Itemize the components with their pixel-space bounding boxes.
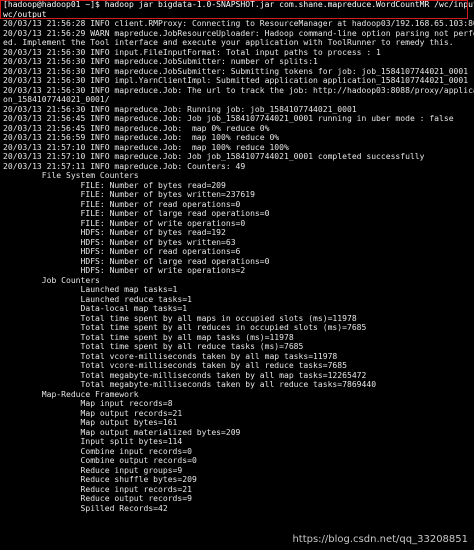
terminal-line: Launched reduce tasks=1 (3, 294, 192, 304)
command-line: wc/output (3, 9, 47, 19)
terminal-line: Reduce shuffle bytes=209 (3, 475, 197, 484)
terminal-line: HDFS: Number of bytes read=192 (3, 228, 226, 237)
terminal-line: Map-Reduce Framework (3, 389, 139, 399)
watermark: https://blog.csdn.net/qq_33208851 (292, 534, 468, 545)
terminal-line: 20/03/13 21:56:45 INFO mapreduce.Job: Jo… (3, 114, 454, 123)
terminal-window[interactable]: [hadoop@hadoop01 ~]$ hadoop jar bigdata-… (0, 0, 474, 550)
terminal-line: Combine output records=0 (3, 456, 197, 465)
terminal-line: ed. Implement the Tool interface and exe… (3, 38, 454, 47)
terminal-line: 20/03/13 21:56:59 INFO mapreduce.Job: ma… (3, 133, 280, 142)
terminal-line: HDFS: Number of write operations=2 (3, 266, 246, 275)
terminal-line: Total time spent by all reduce tasks (ms… (3, 342, 304, 351)
terminal-line: Total time spent by all reduces in occup… (3, 323, 367, 332)
terminal-line: FILE: Number of read operations=0 (3, 199, 241, 209)
terminal-line: 20/03/13 21:56:28 INFO client.RMProxy: C… (3, 19, 474, 28)
terminal-line: Combine input records=0 (3, 446, 192, 456)
terminal-line: Reduce output records=9 (3, 494, 192, 503)
terminal-line: File System Counters (3, 171, 139, 180)
terminal-line: Total time spent by all map tasks (ms)=1… (3, 332, 294, 342)
terminal-line: FILE: Number of bytes written=237619 (3, 190, 255, 199)
terminal-line: Map output materialized bytes=209 (3, 427, 241, 437)
terminal-line: 20/03/13 21:57:10 INFO mapreduce.Job: ma… (3, 142, 289, 152)
terminal-line: HDFS: Number of read operations=6 (3, 247, 241, 256)
terminal-line: Total vcore-milliseconds taken by all ma… (3, 351, 338, 361)
terminal-line: Map output records=21 (3, 408, 183, 418)
terminal-line: 20/03/13 21:56:45 INFO mapreduce.Job: ma… (3, 123, 270, 133)
terminal-line: Reduce input records=21 (3, 484, 192, 494)
terminal-line: Total time spent by all maps in occupied… (3, 313, 357, 323)
terminal-line: Reduce input groups=9 (3, 465, 183, 475)
terminal-line: HDFS: Number of large read operations=0 (3, 256, 270, 266)
terminal-line: Total megabyte-milliseconds taken by all… (3, 370, 367, 380)
terminal-line: 20/03/13 21:56:30 INFO mapreduce.Job: Th… (3, 85, 474, 95)
terminal-line: 20/03/13 21:56:30 INFO mapreduce.JobSubm… (3, 66, 469, 76)
terminal-line: on_1584107744021_0001/ (3, 95, 110, 104)
terminal-line: Total vcore-milliseconds taken by all re… (3, 361, 347, 370)
terminal-line: 20/03/13 21:56:30 INFO mapreduce.Job: Ru… (3, 104, 357, 114)
terminal-line: FILE: Number of write operations=0 (3, 218, 246, 228)
terminal-line: Map input records=8 (3, 399, 173, 408)
terminal-output: [hadoop@hadoop01 ~]$ hadoop jar bigdata-… (0, 0, 474, 513)
terminal-line: 20/03/13 21:56:30 INFO impl.YarnClientIm… (3, 76, 469, 85)
terminal-line: 20/03/13 21:56:29 WARN mapreduce.JobReso… (3, 28, 474, 38)
terminal-line: Spilled Records=42 (3, 503, 168, 513)
terminal-line: 20/03/13 21:56:30 INFO mapreduce.JobSubm… (3, 57, 318, 66)
terminal-line: 20/03/13 21:57:10 INFO mapreduce.Job: Jo… (3, 152, 425, 161)
terminal-line: 20/03/13 21:56:30 INFO input.FileInputFo… (3, 47, 381, 57)
terminal-line: Data-local map tasks=1 (3, 304, 188, 313)
terminal-line: FILE: Number of bytes read=209 (3, 180, 226, 190)
command-line: [hadoop@hadoop01 ~]$ hadoop jar bigdata-… (3, 0, 474, 9)
terminal-line: HDFS: Number of bytes written=63 (3, 237, 236, 247)
terminal-line: Total megabyte-milliseconds taken by all… (3, 380, 377, 389)
terminal-line: 20/03/13 21:57:11 INFO mapreduce.Job: Co… (3, 161, 246, 171)
terminal-line: Job Counters (3, 275, 100, 285)
terminal-line: FILE: Number of large read operations=0 (3, 209, 270, 218)
terminal-line: Input split bytes=114 (3, 437, 183, 446)
terminal-line: Launched map tasks=1 (3, 285, 178, 294)
terminal-line: Map output bytes=161 (3, 418, 178, 427)
